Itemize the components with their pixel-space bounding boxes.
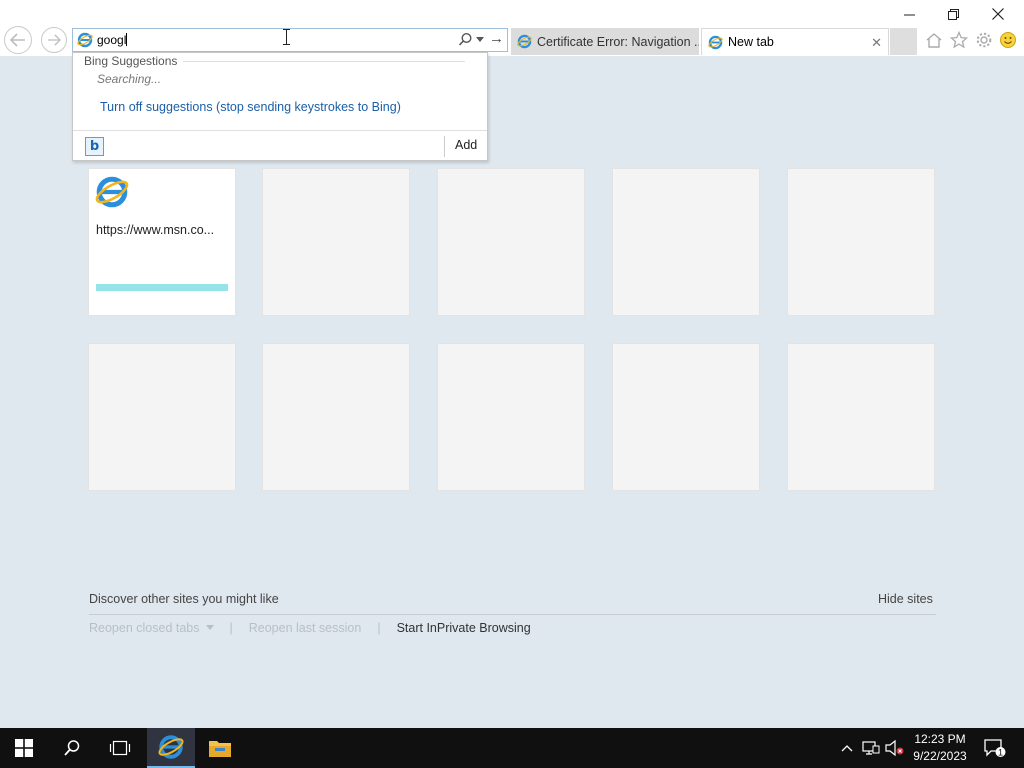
empty-tile[interactable] [787, 168, 935, 316]
home-icon[interactable] [923, 29, 945, 51]
ie-icon [708, 35, 723, 50]
start-button[interactable] [0, 728, 48, 768]
empty-tile[interactable] [88, 343, 236, 491]
header-divider [183, 61, 465, 62]
suggestions-header: Bing Suggestions [84, 54, 178, 68]
turn-off-suggestions-link[interactable]: Turn off suggestions (stop sending keyst… [100, 100, 401, 114]
chevron-down-icon [205, 625, 214, 630]
taskbar: 12:23 PM 9/22/2023 1 [0, 728, 1024, 768]
restore-button[interactable] [931, 4, 975, 24]
gear-icon[interactable] [973, 29, 995, 51]
search-icon [64, 740, 80, 756]
close-icon [992, 8, 1004, 20]
minimize-button[interactable] [887, 4, 931, 24]
separator: | [229, 621, 233, 635]
minimize-icon [903, 14, 915, 15]
site-url: https://www.msn.co... [96, 223, 215, 237]
windows-logo-icon [15, 739, 33, 757]
empty-tile[interactable] [612, 343, 760, 491]
task-view-button[interactable] [96, 728, 144, 768]
activity-bar [96, 284, 228, 291]
notification-count: 1 [998, 747, 1003, 757]
back-button[interactable] [4, 26, 32, 54]
ie-icon [158, 735, 184, 759]
searching-status: Searching... [97, 72, 162, 86]
address-value: googl [97, 33, 127, 47]
volume-muted-icon[interactable] [884, 728, 906, 768]
frequent-site-tile[interactable]: https://www.msn.co... [88, 168, 236, 316]
go-arrow-icon[interactable]: → [489, 30, 504, 47]
tab-label: New tab [728, 35, 774, 49]
ibeam-cursor-icon [283, 29, 290, 50]
tab-label: Certificate Error: Navigation ... [537, 34, 699, 49]
text-caret [126, 33, 128, 46]
folder-icon [209, 741, 231, 757]
bing-icon[interactable]: b [85, 137, 104, 156]
footer-divider [89, 614, 936, 615]
clock-date: 9/22/2023 [913, 749, 967, 763]
tab-certificate-error[interactable]: Certificate Error: Navigation ... [511, 28, 699, 55]
reopen-closed-tabs-link[interactable]: Reopen closed tabs [89, 621, 214, 635]
empty-tile[interactable] [437, 168, 585, 316]
empty-tile[interactable] [437, 343, 585, 491]
discover-sites-text: Discover other sites you might like [89, 592, 279, 606]
browser-toolbar: googl → Certificate Error: Navigation ..… [0, 0, 1024, 56]
reopen-last-session-link[interactable]: Reopen last session [249, 621, 362, 635]
search-provider-bar: b Add [73, 130, 487, 160]
notification-icon: 1 [984, 739, 1006, 757]
close-window-button[interactable] [976, 4, 1020, 24]
network-icon[interactable] [860, 728, 882, 768]
add-provider-button[interactable]: Add [455, 138, 477, 152]
empty-tile[interactable] [262, 343, 410, 491]
search-icon[interactable] [458, 32, 473, 52]
taskbar-clock[interactable]: 12:23 PM 9/22/2023 [908, 731, 972, 765]
address-bar[interactable]: googl → [72, 28, 508, 52]
footer-links: Reopen closed tabs | Reopen last session… [89, 621, 531, 635]
start-inprivate-link[interactable]: Start InPrivate Browsing [397, 621, 531, 635]
search-taskbar-button[interactable] [48, 728, 96, 768]
tab-new-tab[interactable]: New tab ✕ [701, 28, 889, 55]
taskbar-internet-explorer[interactable] [147, 728, 195, 768]
empty-tile[interactable] [262, 168, 410, 316]
forward-button[interactable] [41, 27, 67, 53]
task-view-icon [109, 740, 131, 756]
dropdown-arrow-icon[interactable] [476, 37, 484, 42]
arrow-right-icon [47, 34, 61, 46]
reopen-closed-tabs-label: Reopen closed tabs [89, 621, 200, 635]
close-tab-icon[interactable]: ✕ [871, 35, 882, 51]
ie-icon [77, 32, 93, 53]
favorites-star-icon[interactable] [948, 29, 970, 51]
arrow-left-icon [10, 33, 25, 47]
action-center-button[interactable]: 1 [980, 728, 1010, 768]
empty-tile[interactable] [612, 168, 760, 316]
new-tab-button[interactable] [890, 28, 917, 55]
empty-tile[interactable] [787, 343, 935, 491]
taskbar-file-explorer[interactable] [196, 728, 244, 768]
clock-time: 12:23 PM [914, 732, 966, 746]
hide-sites-link[interactable]: Hide sites [878, 592, 933, 606]
address-input[interactable]: googl [97, 33, 128, 47]
smiley-feedback-icon[interactable] [997, 29, 1019, 51]
ie-icon [95, 175, 129, 214]
divider [444, 136, 445, 157]
address-suggestions-dropdown: Bing Suggestions Searching... Turn off s… [72, 52, 488, 161]
separator: | [377, 621, 381, 635]
restore-icon [947, 8, 959, 20]
show-hidden-icons-chevron-icon[interactable] [838, 728, 856, 768]
ie-icon [517, 34, 532, 49]
